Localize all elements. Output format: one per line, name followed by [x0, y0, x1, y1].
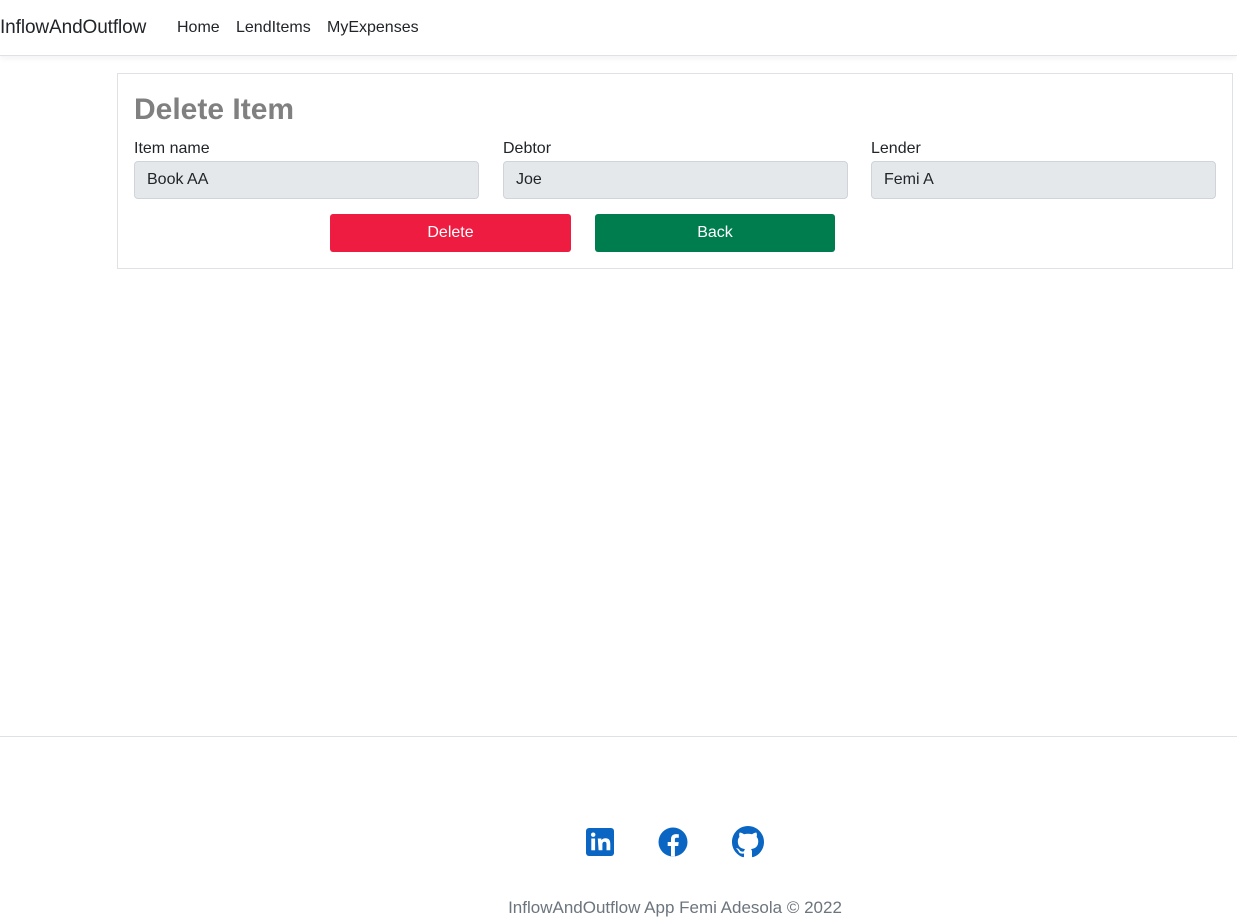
- item-name-label: Item name: [134, 140, 210, 157]
- page-title: Delete Item: [134, 93, 295, 126]
- debtor-field[interactable]: [503, 161, 848, 199]
- github-icon-graphic: [732, 826, 764, 858]
- lender-field[interactable]: [871, 161, 1216, 199]
- brand-link[interactable]: InflowAndOutflow: [0, 16, 146, 40]
- lender-label: Lender: [871, 140, 921, 157]
- item-name-field[interactable]: [134, 161, 479, 199]
- linkedin-icon-graphic: [586, 828, 614, 856]
- footer-divider: [0, 736, 1237, 737]
- back-button[interactable]: Back: [595, 214, 835, 252]
- facebook-icon[interactable]: [657, 826, 689, 858]
- linkedin-icon[interactable]: [584, 826, 616, 858]
- delete-button[interactable]: Delete: [330, 214, 571, 252]
- nav-link-lenditems[interactable]: LendItems: [236, 18, 311, 38]
- facebook-icon-graphic: [658, 827, 688, 857]
- nav-link-myexpenses[interactable]: MyExpenses: [327, 18, 419, 38]
- github-icon[interactable]: [732, 826, 764, 858]
- top-navbar: InflowAndOutflow Home LendItems MyExpens…: [0, 0, 1237, 56]
- debtor-label: Debtor: [503, 140, 552, 157]
- nav-link-home[interactable]: Home: [177, 18, 220, 38]
- delete-item-card: Delete Item Item name Debtor Lender Dele…: [117, 73, 1233, 269]
